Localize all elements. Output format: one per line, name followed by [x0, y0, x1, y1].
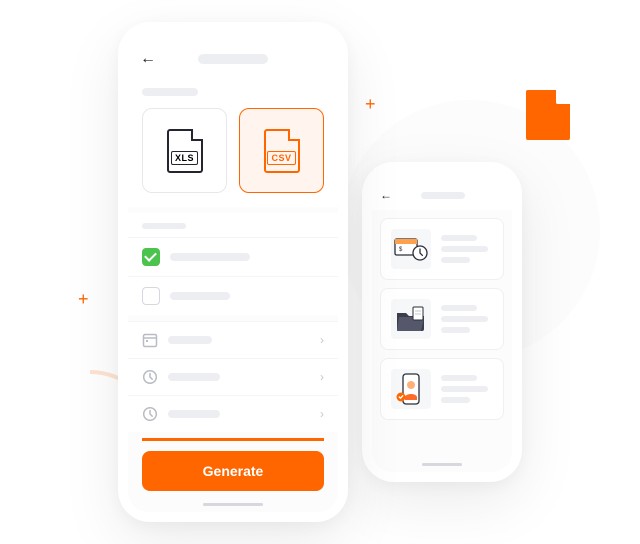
accent-divider [142, 438, 324, 441]
line-placeholder [441, 257, 470, 263]
row-label-placeholder [170, 292, 230, 300]
file-sticker-icon [526, 90, 570, 140]
line-placeholder [441, 246, 488, 252]
row-label-placeholder [168, 410, 220, 418]
feed-card-2[interactable] [380, 288, 504, 350]
checkbox-checked-icon[interactable] [142, 248, 160, 266]
line-placeholder [441, 397, 470, 403]
folder-illustration-icon [391, 299, 431, 339]
xls-label: XLS [171, 151, 198, 165]
home-indicator [422, 463, 462, 466]
csv-file-icon: CSV [264, 129, 300, 173]
section-label-placeholder [142, 88, 198, 96]
format-selector: XLS CSV [128, 104, 338, 207]
feed-card-1[interactable]: $ [380, 218, 504, 280]
date-row[interactable]: › [128, 321, 338, 358]
format-option-csv[interactable]: CSV [239, 108, 324, 193]
feed-list: $ [372, 210, 512, 428]
profile-illustration-icon [391, 369, 431, 409]
line-placeholder [441, 375, 477, 381]
checkbox-row-1[interactable] [128, 237, 338, 276]
home-indicator [203, 503, 263, 506]
generate-button[interactable]: Generate [142, 451, 324, 491]
plus-icon: + [365, 95, 376, 113]
line-placeholder [441, 235, 477, 241]
line-placeholder [441, 327, 470, 333]
back-button[interactable]: ← [380, 188, 392, 202]
calendar-icon [142, 332, 158, 348]
csv-label: CSV [267, 151, 295, 165]
xls-file-icon: XLS [167, 129, 203, 173]
line-placeholder [441, 305, 477, 311]
checkbox-unchecked-icon[interactable] [142, 287, 160, 305]
line-placeholder [441, 386, 488, 392]
phone-mockup-secondary: ← $ [362, 162, 522, 482]
time-row-2[interactable]: › [128, 395, 338, 432]
chevron-right-icon: › [320, 333, 324, 347]
app-header: ← [372, 180, 512, 210]
reports-illustration-icon: $ [391, 229, 431, 269]
feed-card-3[interactable] [380, 358, 504, 420]
checkbox-row-2[interactable] [128, 276, 338, 315]
phone-mockup-primary: ← XLS CSV [118, 22, 348, 522]
row-label-placeholder [168, 336, 212, 344]
chevron-right-icon: › [320, 370, 324, 384]
row-label-placeholder [168, 373, 220, 381]
header-title-placeholder [421, 192, 465, 199]
clock-icon [142, 369, 158, 385]
back-button[interactable]: ← [140, 50, 156, 68]
time-row-1[interactable]: › [128, 358, 338, 395]
line-placeholder [441, 316, 488, 322]
format-option-xls[interactable]: XLS [142, 108, 227, 193]
row-label-placeholder [170, 253, 250, 261]
clock-icon [142, 406, 158, 422]
app-header: ← [128, 40, 338, 78]
plus-icon: + [78, 290, 89, 308]
chevron-right-icon: › [320, 407, 324, 421]
section-label-placeholder [142, 223, 186, 229]
header-title-placeholder [198, 54, 268, 64]
